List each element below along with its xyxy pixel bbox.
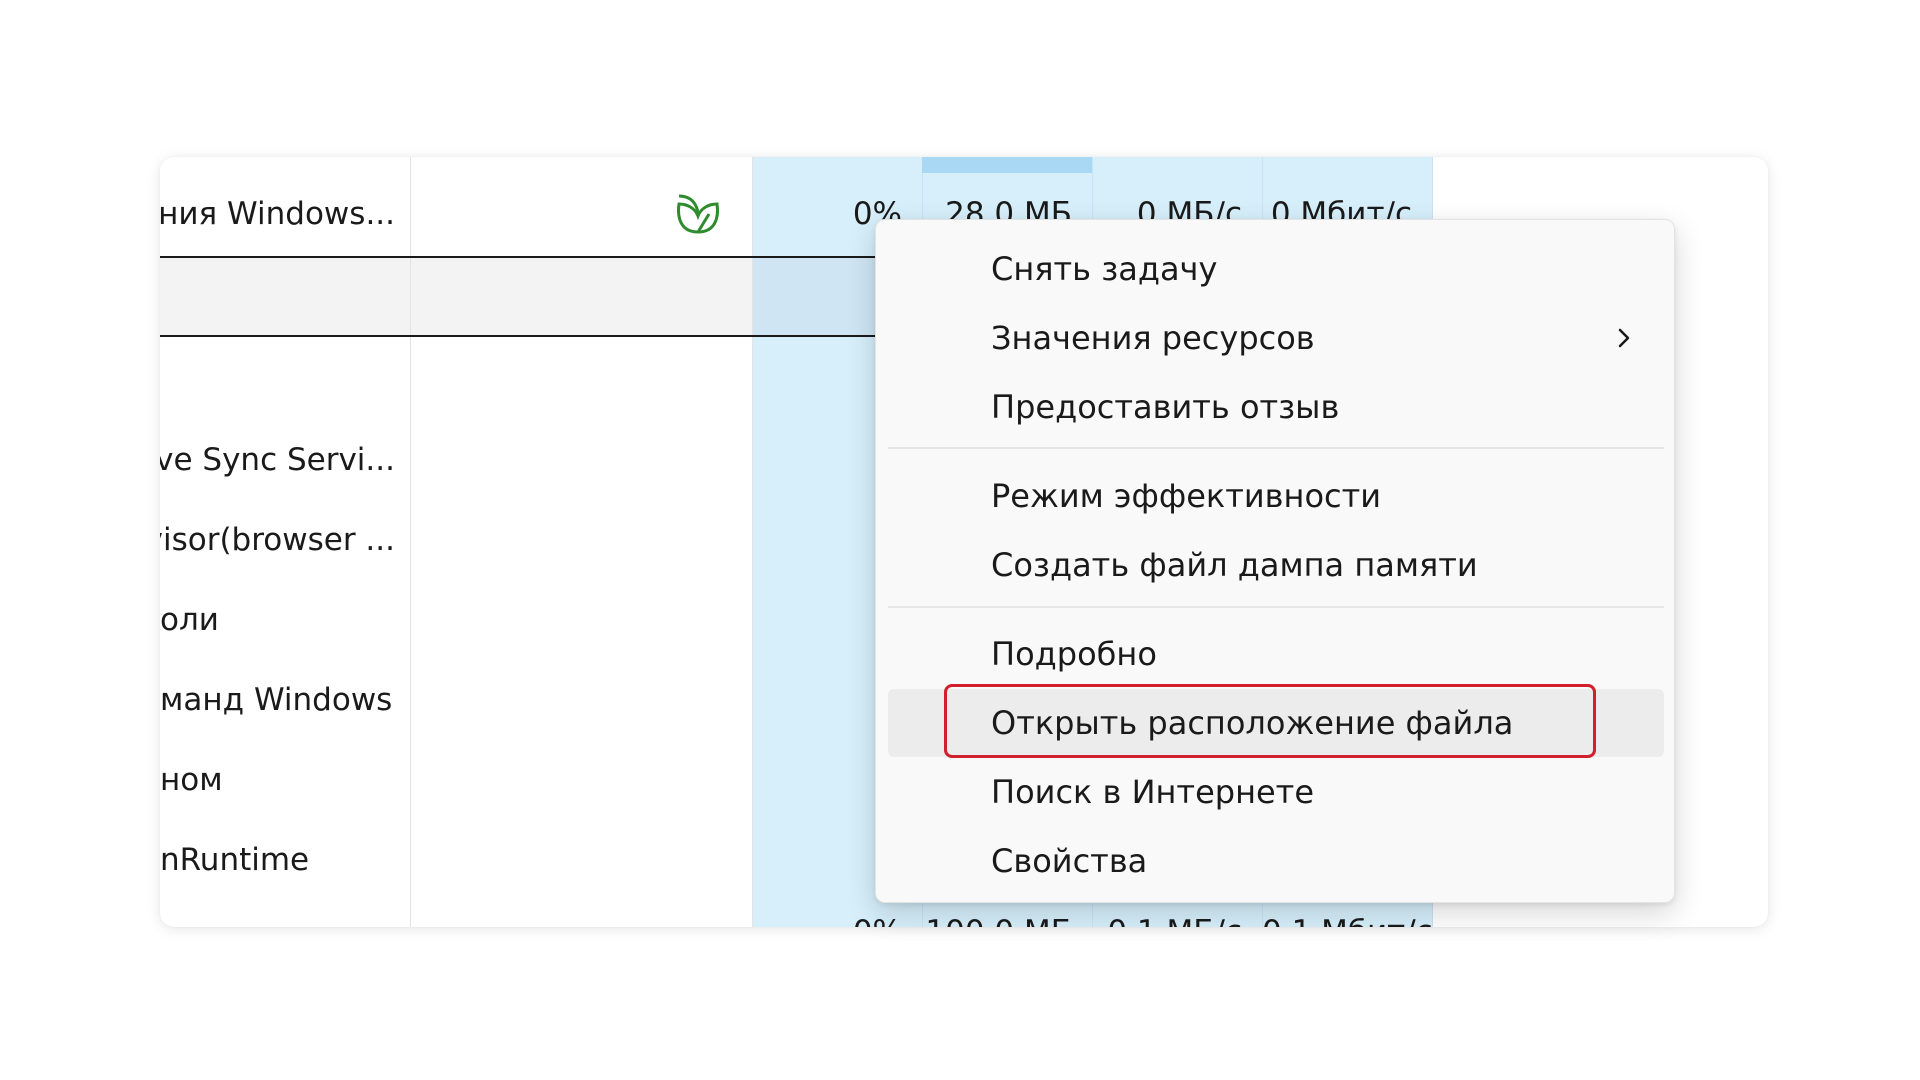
menu-item-end-task[interactable]: Снять задачу: [888, 235, 1664, 303]
menu-item-label: Подробно: [991, 635, 1157, 673]
memory-value: 100,0 МБ: [922, 912, 1072, 927]
menu-separator: [888, 447, 1664, 449]
menu-item-create-dump-file[interactable]: Создать файл дампа памяти: [888, 531, 1664, 599]
table-row-process-name[interactable]: ном: [160, 760, 395, 800]
table-row-process-name[interactable]: visor(browser ...: [160, 520, 395, 560]
menu-item-give-feedback[interactable]: Предоставить отзыв: [888, 373, 1664, 441]
menu-item-label: Снять задачу: [991, 250, 1218, 288]
cpu-value: 0%: [752, 912, 902, 927]
selected-row-status-cell: [411, 258, 752, 335]
chevron-right-icon: [1618, 328, 1630, 348]
context-menu: Снять задачу Значения ресурсов Предостав…: [875, 219, 1675, 903]
menu-item-properties[interactable]: Свойства: [888, 827, 1664, 895]
menu-item-label: Поиск в Интернете: [991, 773, 1314, 811]
memory-column-header-indicator: [922, 157, 1092, 173]
leaf-icon: [677, 194, 719, 234]
table-row-process-name[interactable]: ive Sync Servi...: [160, 440, 395, 480]
menu-item-label: Режим эффективности: [991, 477, 1382, 515]
menu-item-efficiency-mode[interactable]: Режим эффективности: [888, 462, 1664, 530]
network-value: 0,1 Мбит/с: [1262, 912, 1433, 927]
disk-value: 0,1 МБ/с: [1092, 912, 1242, 927]
menu-item-details[interactable]: Подробно: [888, 620, 1664, 688]
table-row-process-name[interactable]: ния Windows...: [160, 194, 395, 234]
table-row-process-name[interactable]: оли: [160, 600, 395, 640]
menu-separator: [888, 606, 1664, 608]
highlight-frame: [944, 684, 1596, 758]
menu-item-label: Значения ресурсов: [991, 319, 1315, 357]
menu-item-search-online[interactable]: Поиск в Интернете: [888, 758, 1664, 826]
menu-item-resource-values[interactable]: Значения ресурсов: [888, 304, 1664, 372]
menu-item-label: Свойства: [991, 842, 1148, 880]
selected-row-name-cell: [160, 258, 410, 335]
table-row-process-name[interactable]: манд Windows: [160, 680, 395, 720]
menu-item-label: Создать файл дампа памяти: [991, 546, 1478, 584]
table-row-process-name[interactable]: nRuntime: [160, 840, 395, 880]
menu-item-label: Предоставить отзыв: [991, 388, 1340, 426]
